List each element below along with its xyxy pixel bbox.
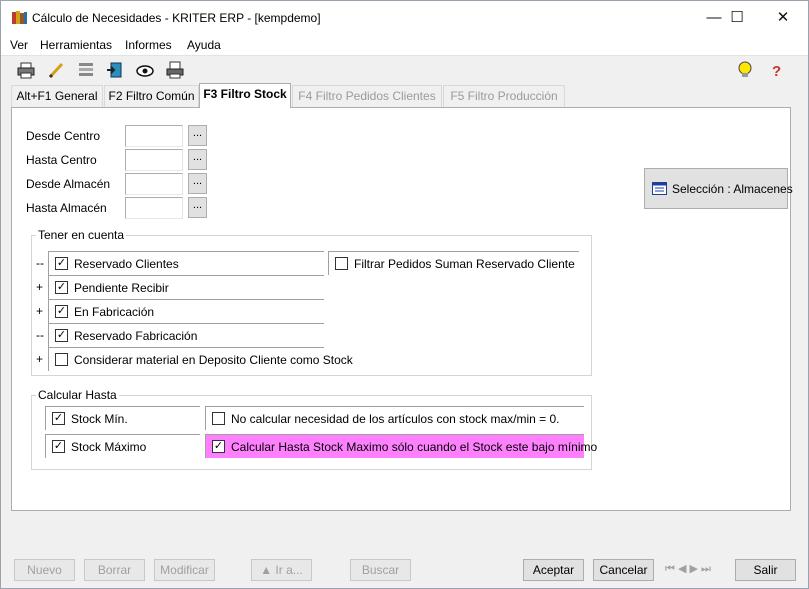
calcular-hasta-stock-maximo-checkbox[interactable]: ✓ bbox=[212, 440, 225, 453]
print-preview-icon[interactable] bbox=[165, 60, 185, 80]
seleccion-almacenes-label: Selección : Almacenes bbox=[672, 182, 793, 196]
tab-filtro-stock[interactable]: F3 Filtro Stock bbox=[199, 83, 291, 108]
filtrar-pedidos-row[interactable]: Filtrar Pedidos Suman Reservado Cliente bbox=[328, 251, 579, 275]
stock-min-label: Stock Mín. bbox=[71, 412, 128, 426]
nuevo-button[interactable]: Nuevo bbox=[14, 559, 75, 581]
app-window: Cálculo de Necesidades - KRITER ERP - [k… bbox=[0, 0, 809, 589]
reservado-clientes-prefix: -- bbox=[36, 256, 44, 270]
pendiente-recibir-row[interactable]: ✓ Pendiente Recibir bbox=[48, 275, 324, 299]
no-calcular-checkbox[interactable] bbox=[212, 412, 225, 425]
reservado-fabricacion-checkbox[interactable]: ✓ bbox=[55, 329, 68, 342]
reservado-fabricacion-label: Reservado Fabricación bbox=[74, 329, 198, 343]
stock-maximo-row[interactable]: ✓ Stock Máximo bbox=[45, 434, 200, 458]
last-record-icon[interactable]: ⏭ bbox=[701, 563, 711, 575]
window-list-icon bbox=[652, 182, 667, 198]
stock-min-checkbox[interactable]: ✓ bbox=[52, 412, 65, 425]
window-title: Cálculo de Necesidades - KRITER ERP - [k… bbox=[32, 11, 321, 25]
menu-informes[interactable]: Informes bbox=[125, 38, 172, 52]
pendiente-recibir-checkbox[interactable]: ✓ bbox=[55, 281, 68, 294]
tab-general[interactable]: Alt+F1 General bbox=[11, 85, 103, 107]
stock-min-row[interactable]: ✓ Stock Mín. bbox=[45, 406, 200, 430]
close-button[interactable]: ✕ bbox=[760, 1, 806, 35]
ir-a-button[interactable]: ▲ Ir a... bbox=[251, 559, 312, 581]
en-fabricacion-label: En Fabricación bbox=[74, 305, 155, 319]
first-record-icon[interactable]: ⏮ bbox=[665, 563, 675, 575]
close-icon: ✕ bbox=[776, 9, 790, 26]
hasta-centro-lookup-button[interactable]: ... bbox=[188, 149, 207, 170]
next-record-icon[interactable]: ▶ bbox=[690, 563, 698, 575]
calcular-hasta-stock-maximo-row[interactable]: ✓ Calcular Hasta Stock Maximo sólo cuand… bbox=[205, 434, 597, 458]
modificar-button[interactable]: Modificar bbox=[154, 559, 215, 581]
stock-maximo-checkbox[interactable]: ✓ bbox=[52, 440, 65, 453]
borrar-button[interactable]: Borrar bbox=[84, 559, 145, 581]
tab-filtro-pedidos-clientes[interactable]: F4 Filtro Pedidos Clientes bbox=[292, 85, 442, 107]
menu-ver[interactable]: Ver bbox=[10, 38, 28, 52]
deposito-cliente-row[interactable]: Considerar material en Deposito Cliente … bbox=[48, 347, 353, 371]
buscar-button[interactable]: Buscar bbox=[350, 559, 411, 581]
record-navigator: ⏮ ◀ ▶ ⏭ bbox=[665, 562, 725, 578]
hasta-centro-label: Hasta Centro bbox=[26, 153, 97, 167]
reservado-fabricacion-row[interactable]: ✓ Reservado Fabricación bbox=[48, 323, 324, 347]
desde-almacen-lookup-button[interactable]: ... bbox=[188, 173, 207, 194]
pencil-icon[interactable] bbox=[46, 60, 66, 80]
filtrar-pedidos-checkbox[interactable] bbox=[335, 257, 348, 270]
hasta-almacen-label: Hasta Almacén bbox=[26, 201, 107, 215]
desde-centro-field[interactable] bbox=[125, 125, 183, 147]
tab-filtro-comun[interactable]: F2 Filtro Común bbox=[104, 85, 199, 107]
svg-text:?: ? bbox=[772, 63, 781, 80]
toolbar: ? bbox=[1, 55, 808, 83]
previous-record-icon[interactable]: ◀ bbox=[678, 563, 686, 575]
no-calcular-label: No calcular necesidad de los artículos c… bbox=[231, 412, 560, 426]
deposito-cliente-label: Considerar material en Deposito Cliente … bbox=[74, 353, 353, 367]
calcular-hasta-title: Calcular Hasta bbox=[36, 388, 119, 402]
export-icon[interactable] bbox=[105, 60, 125, 80]
desde-centro-label: Desde Centro bbox=[26, 129, 101, 143]
menu-bar: Ver Herramientas Informes Ayuda bbox=[1, 35, 808, 55]
reservado-fabricacion-prefix: -- bbox=[36, 328, 44, 342]
title-bar: Cálculo de Necesidades - KRITER ERP - [k… bbox=[1, 1, 808, 35]
pendiente-recibir-label: Pendiente Recibir bbox=[74, 281, 169, 295]
seleccion-almacenes-button[interactable]: Selección : Almacenes bbox=[644, 168, 793, 209]
maximize-icon: ☐ bbox=[730, 9, 744, 26]
hasta-centro-field[interactable] bbox=[125, 149, 183, 171]
lightbulb-icon[interactable] bbox=[735, 60, 755, 80]
printer-icon[interactable] bbox=[16, 60, 36, 80]
hasta-almacen-lookup-button[interactable]: ... bbox=[188, 197, 207, 218]
cancelar-button[interactable]: Cancelar bbox=[593, 559, 654, 581]
tab-filtro-produccion[interactable]: F5 Filtro Producción bbox=[443, 85, 565, 107]
books-icon bbox=[11, 10, 28, 25]
desde-centro-lookup-button[interactable]: ... bbox=[188, 125, 207, 146]
menu-herramientas[interactable]: Herramientas bbox=[40, 38, 112, 52]
help-icon[interactable]: ? bbox=[768, 60, 788, 80]
hasta-almacen-field[interactable] bbox=[125, 197, 183, 219]
en-fabricacion-checkbox[interactable]: ✓ bbox=[55, 305, 68, 318]
desde-almacen-label: Desde Almacén bbox=[26, 177, 111, 191]
reservado-clientes-checkbox[interactable]: ✓ bbox=[55, 257, 68, 270]
pendiente-recibir-prefix: + bbox=[36, 280, 44, 294]
salir-button[interactable]: Salir bbox=[735, 559, 796, 581]
deposito-cliente-prefix: + bbox=[36, 352, 44, 366]
aceptar-button[interactable]: Aceptar bbox=[523, 559, 584, 581]
preview-icon[interactable] bbox=[135, 60, 155, 80]
menu-ayuda[interactable]: Ayuda bbox=[187, 38, 221, 52]
maximize-button[interactable]: ☐ bbox=[714, 1, 760, 35]
calcular-hasta-stock-maximo-label: Calcular Hasta Stock Maximo sólo cuando … bbox=[231, 440, 598, 454]
reservado-clientes-label: Reservado Clientes bbox=[74, 257, 179, 271]
en-fabricacion-row[interactable]: ✓ En Fabricación bbox=[48, 299, 324, 323]
list-icon[interactable] bbox=[76, 60, 96, 80]
deposito-cliente-checkbox[interactable] bbox=[55, 353, 68, 366]
reservado-clientes-row[interactable]: ✓ Reservado Clientes bbox=[48, 251, 324, 275]
filtrar-pedidos-label: Filtrar Pedidos Suman Reservado Cliente bbox=[354, 257, 575, 271]
desde-almacen-field[interactable] bbox=[125, 173, 183, 195]
stock-maximo-label: Stock Máximo bbox=[71, 440, 147, 454]
no-calcular-row[interactable]: No calcular necesidad de los artículos c… bbox=[205, 406, 584, 430]
tener-en-cuenta-title: Tener en cuenta bbox=[36, 228, 127, 242]
en-fabricacion-prefix: + bbox=[36, 304, 44, 318]
